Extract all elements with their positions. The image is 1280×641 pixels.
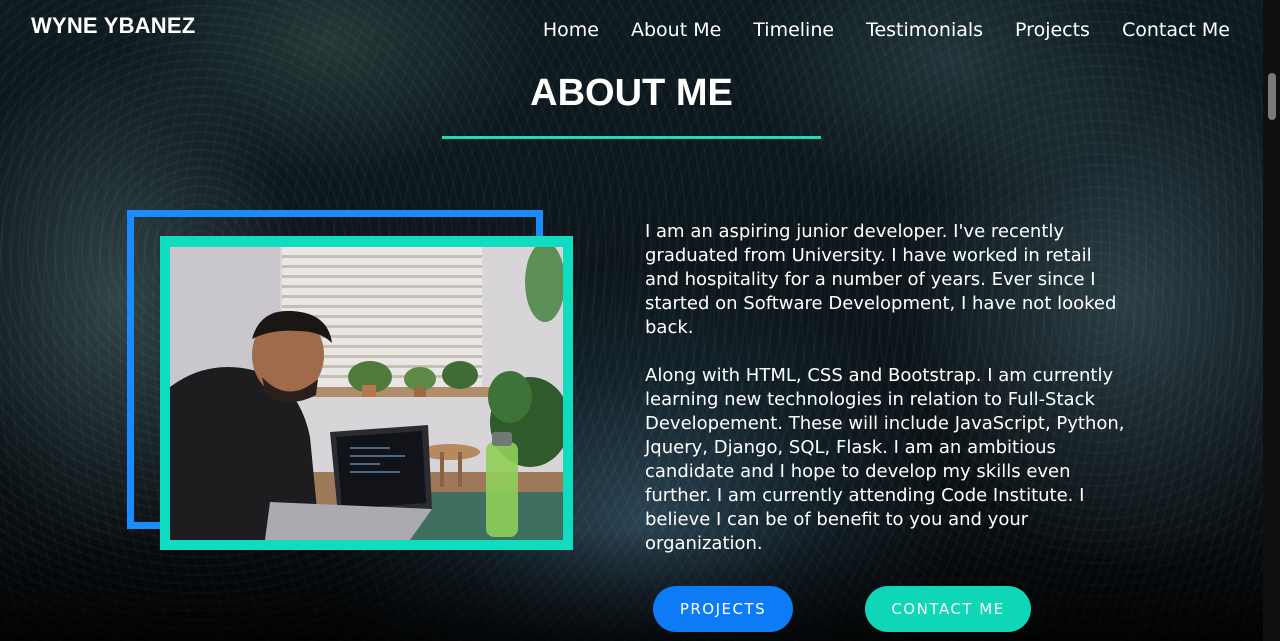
page-scrollbar[interactable] [1263,0,1280,641]
nav-timeline[interactable]: Timeline [753,17,834,43]
bio-paragraph-2: Along with HTML, CSS and Bootstrap. I am… [645,365,1125,554]
profile-photo [170,247,563,540]
page: WYNE YBANEZ Home About Me Timeline Testi… [0,0,1280,641]
nav-testimonials[interactable]: Testimonials [866,17,983,43]
nav-about-me[interactable]: About Me [631,17,721,43]
section-title: ABOUT ME [530,72,733,114]
contact-me-button[interactable]: CONTACT ME [865,586,1031,632]
scrollbar-thumb[interactable] [1268,73,1276,120]
main-nav: Home About Me Timeline Testimonials Proj… [543,17,1230,43]
about-bio: I am an aspiring junior developer. I've … [645,220,1125,580]
brand-logo[interactable]: WYNE YBANEZ [31,13,195,39]
nav-projects[interactable]: Projects [1015,17,1090,43]
projects-button[interactable]: PROJECTS [653,586,793,632]
title-underline [442,136,821,139]
nav-contact-me[interactable]: Contact Me [1122,17,1230,43]
nav-home[interactable]: Home [543,17,599,43]
bio-paragraph-1: I am an aspiring junior developer. I've … [645,221,1117,338]
